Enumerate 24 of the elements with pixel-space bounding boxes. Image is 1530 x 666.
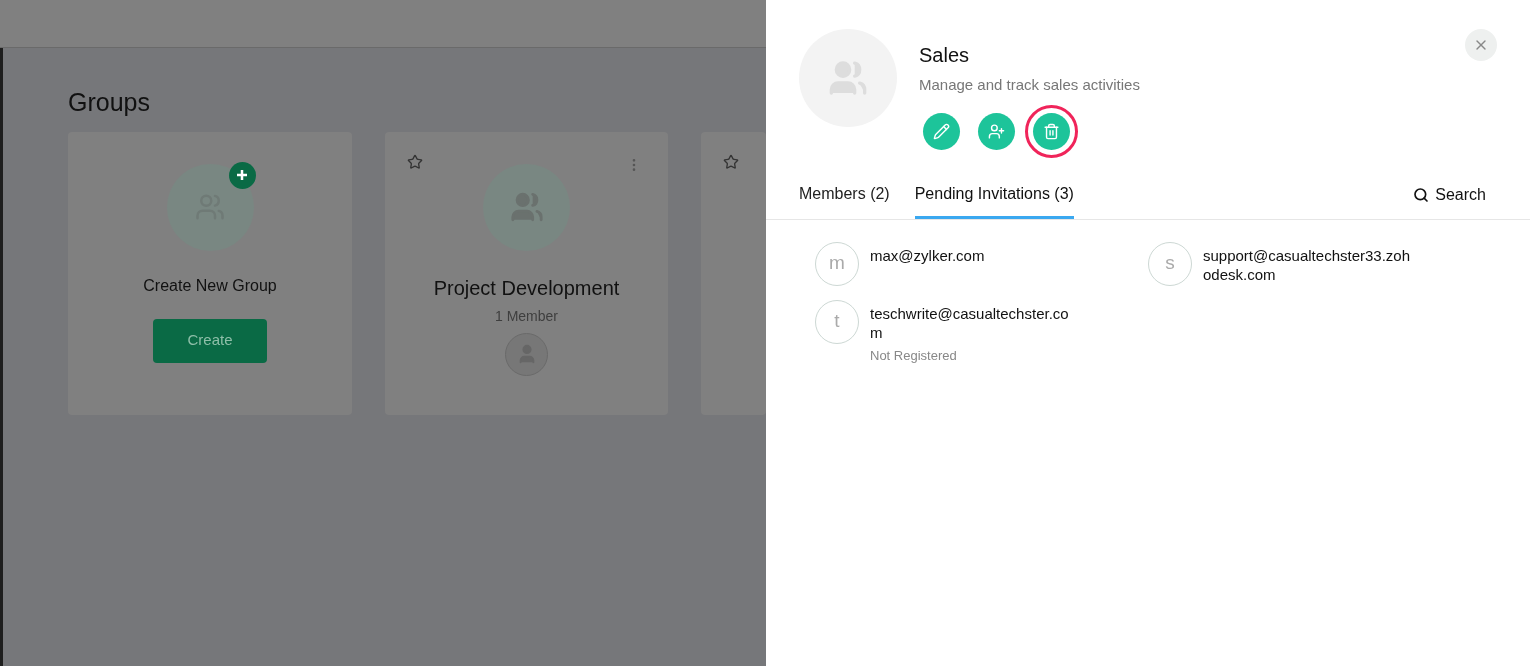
invite-email: max@zylker.com (870, 245, 986, 265)
group-card[interactable]: Project Development 1 Member (385, 131, 668, 415)
invite-status: Not Registered (870, 346, 958, 365)
action-button[interactable] (978, 112, 1015, 150)
card-title: Create New Group (143, 275, 277, 296)
star-icon[interactable] (723, 153, 739, 170)
trash-icon (1043, 122, 1060, 140)
edit-icon (933, 122, 950, 140)
plus-icon (228, 161, 256, 189)
group-title: Sales (919, 43, 971, 68)
tab[interactable]: Members (2) (799, 181, 890, 219)
close-button[interactable] (1465, 29, 1497, 61)
search-icon (1413, 186, 1430, 203)
member-count: 1 Member (495, 306, 558, 326)
invite-email: support@casualtechster33.zohodesk.com (1203, 245, 1411, 284)
group-description: Manage and track sales activities (919, 75, 1141, 95)
group-name: Project Development (433, 275, 620, 301)
add-user-icon (988, 122, 1005, 140)
search-button[interactable]: Search (1413, 182, 1486, 219)
page-title: Groups (68, 87, 151, 118)
star-icon[interactable] (407, 153, 423, 170)
tab[interactable]: Pending Invitations (3) (914, 181, 1074, 219)
invite-email: teschwrite@casualtechster.com (870, 303, 1070, 342)
action-button[interactable] (923, 112, 960, 150)
